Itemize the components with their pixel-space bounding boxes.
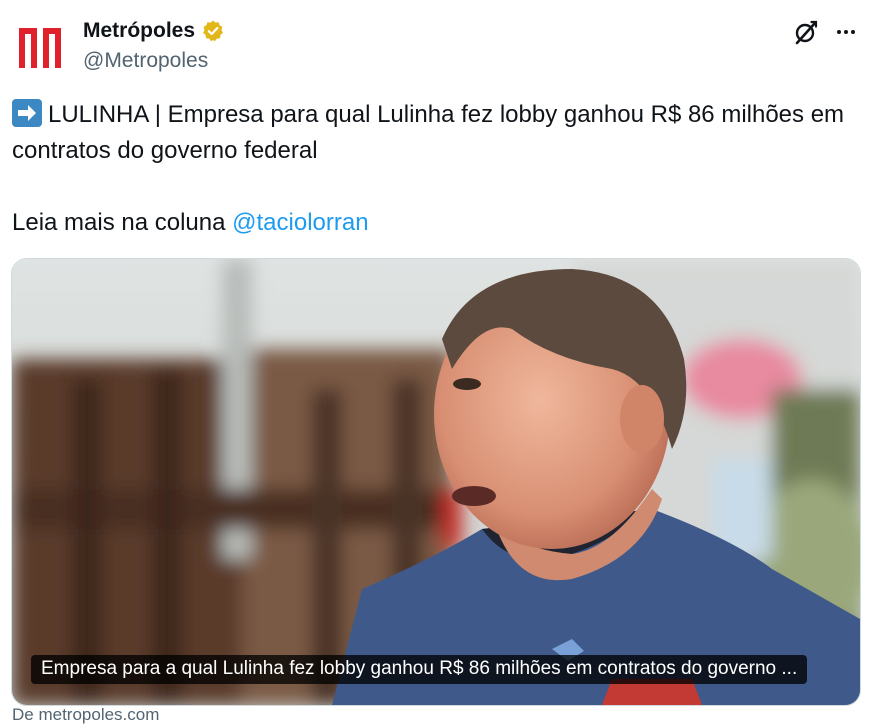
metropoles-avatar[interactable] xyxy=(12,19,68,75)
verified-badge-icon[interactable] xyxy=(201,19,225,43)
tweet-headline: LULINHA | Empresa para qual Lulinha fez … xyxy=(12,101,845,164)
grok-icon xyxy=(795,20,818,45)
author-display-name[interactable]: Metrópoles xyxy=(83,17,195,45)
tweet-paragraph-2: Leia mais na coluna @taciolorran xyxy=(12,205,867,241)
author-name-row: Metrópoles xyxy=(83,17,225,45)
more-options-button[interactable] xyxy=(830,16,862,48)
tweet-text: LULINHA | Empresa para qual Lulinha fez … xyxy=(12,97,867,241)
more-dots-icon xyxy=(837,30,855,34)
card-source[interactable]: De metropoles.com xyxy=(12,704,159,726)
card-photo xyxy=(12,259,860,705)
right-arrow-emoji-icon xyxy=(12,99,42,127)
author-handle[interactable]: @Metropoles xyxy=(83,47,208,75)
metropoles-logo-icon xyxy=(19,28,61,68)
read-more-text: Leia mais na coluna xyxy=(12,209,233,236)
link-card[interactable]: Empresa para a qual Lulinha fez lobby ga… xyxy=(11,258,861,706)
grok-button[interactable] xyxy=(790,16,822,48)
card-title[interactable]: Empresa para a qual Lulinha fez lobby ga… xyxy=(31,655,808,684)
mention-link[interactable]: @taciolorran xyxy=(232,209,368,236)
tweet-paragraph-1: LULINHA | Empresa para qual Lulinha fez … xyxy=(12,97,867,169)
